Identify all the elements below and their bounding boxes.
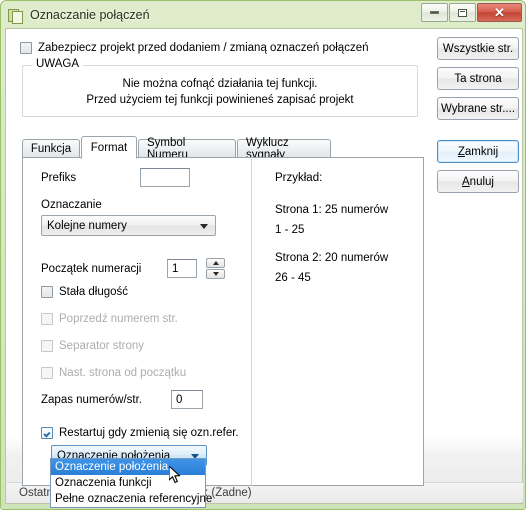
tab-label: Format bbox=[90, 141, 128, 154]
checkbox-box bbox=[20, 42, 32, 54]
marking-combobox[interactable]: Kolejne numery bbox=[41, 215, 216, 236]
cancel-accel: A bbox=[462, 175, 470, 188]
close-rest: amknij bbox=[464, 145, 499, 158]
dropdown-option-referencyjne[interactable]: Pełne oznaczenia referencyjne bbox=[51, 491, 212, 507]
next-page-checkbox: Nast. strona od początku bbox=[41, 367, 186, 379]
all-pages-label: Wszystkie str. bbox=[442, 42, 514, 55]
page-separator-checkbox: Separator strony bbox=[41, 340, 144, 352]
fixed-length-checkbox[interactable]: Stała długość bbox=[41, 286, 128, 298]
start-number-input[interactable]: 1 bbox=[167, 259, 197, 278]
start-number-spinner[interactable] bbox=[206, 258, 225, 279]
close-accel: Z bbox=[457, 145, 465, 158]
close-button[interactable]: ✕ bbox=[477, 3, 522, 22]
reserve-input[interactable]: 0 bbox=[171, 390, 203, 409]
restart-combobox-dropdown[interactable]: Oznaczenie położenia Oznaczenia funkcji … bbox=[50, 458, 212, 508]
maximize-button[interactable] bbox=[449, 3, 476, 22]
tab-funkcja[interactable]: Funkcja bbox=[22, 139, 80, 158]
tab-format[interactable]: Format bbox=[81, 136, 137, 159]
title-bar: Oznaczanie połączeń ✕ bbox=[1, 1, 526, 28]
marking-label: Oznaczanie bbox=[41, 199, 102, 211]
example-line-1: Strona 1: 25 numerów bbox=[275, 204, 389, 216]
panel-divider bbox=[251, 159, 252, 486]
caret-down-icon bbox=[212, 272, 219, 276]
warning-groupbox: Nie można cofnąć działania tej funkcji. … bbox=[22, 65, 418, 117]
protect-project-label: Zabezpiecz projekt przed dodaniem / zmia… bbox=[38, 42, 369, 54]
checkbox-box bbox=[41, 367, 53, 379]
minimize-button[interactable] bbox=[421, 3, 448, 22]
close-dialog-button[interactable]: Zamknij bbox=[437, 140, 519, 163]
prefix-input[interactable] bbox=[140, 168, 190, 187]
restart-label: Restartuj gdy zmienią się ozn.refer. bbox=[59, 427, 239, 439]
protect-project-checkbox[interactable]: Zabezpiecz projekt przed dodaniem / zmia… bbox=[20, 42, 369, 54]
reserve-label: Zapas numerów/str. bbox=[41, 394, 142, 406]
close-dialog-label: Zamknij bbox=[458, 146, 498, 158]
caret-up-icon bbox=[212, 261, 219, 265]
window-document-icon bbox=[8, 7, 24, 24]
dialog-window: Oznaczanie połączeń ✕ Zabezpiecz projekt… bbox=[0, 0, 526, 510]
close-icon: ✕ bbox=[494, 5, 505, 20]
dropdown-option-polozenia[interactable]: Oznaczenie położenia bbox=[51, 459, 205, 475]
example-title: Przykład: bbox=[275, 172, 323, 184]
prefix-page-checkbox: Poprzedź numerem str. bbox=[41, 313, 178, 325]
warning-line-1: Nie można cofnąć działania tej funkcji. bbox=[122, 78, 318, 90]
example-line-4: 26 - 45 bbox=[275, 272, 311, 284]
prefix-label: Prefiks bbox=[41, 172, 77, 184]
cancel-rest: nuluj bbox=[469, 175, 494, 188]
marking-combobox-value: Kolejne numery bbox=[47, 219, 127, 232]
example-line-2: 1 - 25 bbox=[275, 224, 305, 236]
page-separator-label: Separator strony bbox=[59, 340, 145, 352]
tab-wyklucz-sygnaly[interactable]: Wyklucz sygnały bbox=[237, 137, 331, 161]
dropdown-option-funkcji[interactable]: Oznaczenia funkcji bbox=[51, 475, 205, 491]
checkbox-box bbox=[41, 340, 53, 352]
restart-checkbox[interactable]: Restartuj gdy zmienią się ozn.refer. bbox=[41, 427, 239, 439]
caption-buttons: ✕ bbox=[421, 3, 522, 22]
warning-line-2: Przed użyciem tej funkcji powinieneś zap… bbox=[86, 94, 354, 106]
this-page-button[interactable]: Ta strona bbox=[437, 67, 519, 90]
minimize-icon bbox=[430, 11, 439, 14]
checkbox-box bbox=[41, 427, 53, 439]
window-title: Oznaczanie połączeń bbox=[30, 7, 150, 22]
tab-strip: Funkcja Format Symbol Numeru Wyklucz syg… bbox=[22, 136, 424, 161]
client-area: Zabezpiecz projekt przed dodaniem / zmia… bbox=[5, 28, 523, 508]
tab-symbol-numeru[interactable]: Symbol Numeru bbox=[138, 137, 236, 161]
warning-legend: UWAGA bbox=[32, 58, 84, 70]
cancel-label: Anuluj bbox=[462, 176, 494, 188]
all-pages-button[interactable]: Wszystkie str. bbox=[437, 37, 519, 60]
fixed-length-label: Stała długość bbox=[59, 286, 129, 298]
tab-label: Funkcja bbox=[30, 143, 72, 155]
checkbox-box bbox=[41, 286, 53, 298]
restore-icon bbox=[458, 8, 467, 17]
prefix-page-label: Poprzedź numerem str. bbox=[59, 313, 178, 325]
next-page-label: Nast. strona od początku bbox=[59, 367, 187, 379]
start-number-label: Początek numeracji bbox=[41, 263, 142, 275]
spinner-down-button[interactable] bbox=[206, 269, 225, 279]
this-page-label: Ta strona bbox=[454, 72, 502, 85]
checkbox-box bbox=[41, 313, 53, 325]
chevron-down-icon bbox=[200, 223, 208, 229]
cancel-button[interactable]: Anuluj bbox=[437, 170, 519, 193]
spinner-up-button[interactable] bbox=[206, 258, 225, 268]
example-line-3: Strona 2: 20 numerów bbox=[275, 252, 389, 264]
tab-panel-format: Prefiks Oznaczanie Kolejne numery Począt… bbox=[22, 157, 424, 486]
selected-pages-label: Wybrane str.... bbox=[440, 102, 516, 115]
selected-pages-button[interactable]: Wybrane str.... bbox=[437, 97, 519, 120]
